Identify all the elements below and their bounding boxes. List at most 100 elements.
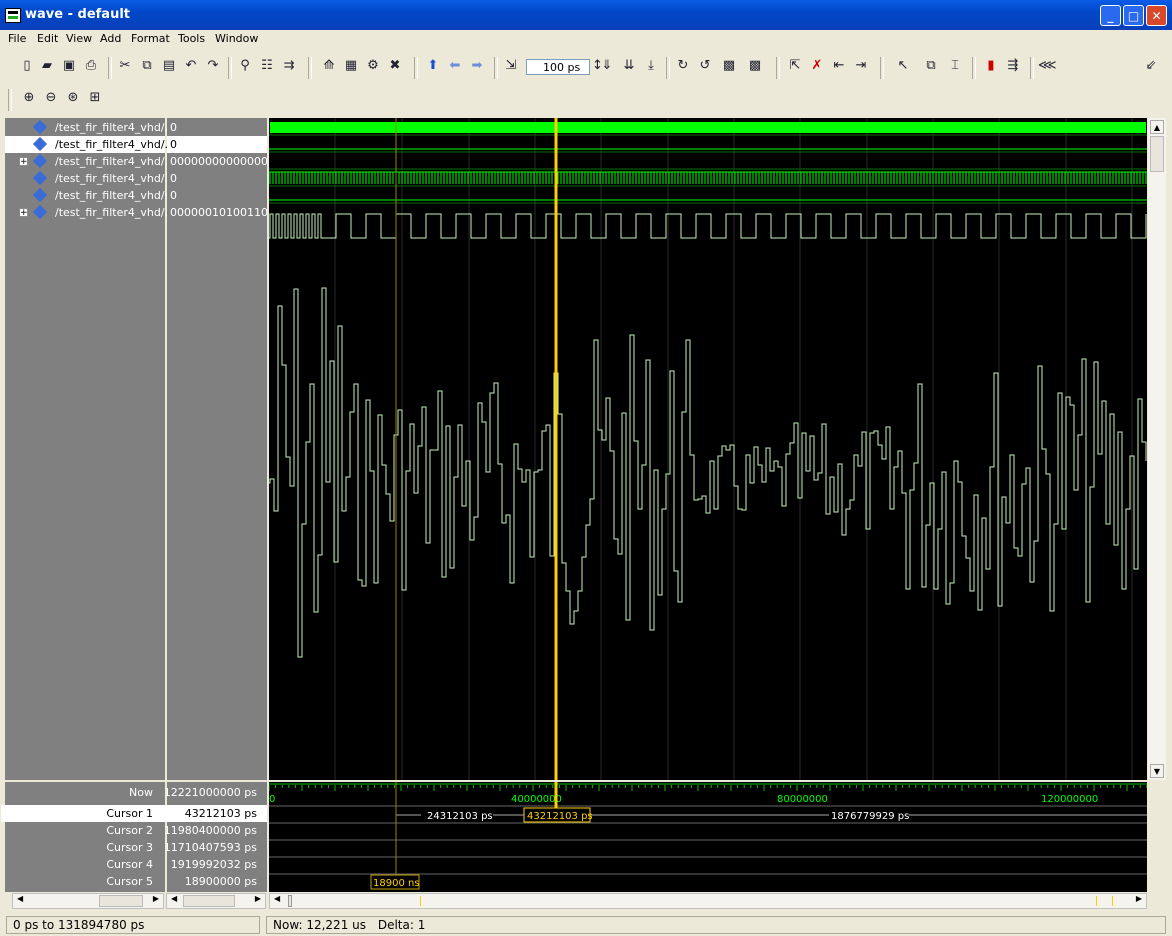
zoom-in-icon[interactable]: ⊕ bbox=[20, 89, 38, 107]
signal-row[interactable]: /test_fir_filter4_vhd/... bbox=[5, 119, 175, 136]
trace-icon[interactable]: ⇶ bbox=[1004, 57, 1022, 75]
scroll-thumb[interactable] bbox=[288, 895, 292, 907]
scroll-right-icon[interactable]: ▶ bbox=[255, 894, 261, 903]
run-length-icon[interactable]: ⇲ bbox=[502, 57, 520, 75]
name-pane-hscroll[interactable]: ◀ ▶ bbox=[12, 893, 164, 909]
group-icon[interactable]: ▦ bbox=[342, 57, 360, 75]
expand-icon[interactable]: + bbox=[19, 208, 28, 218]
zoom-out-icon[interactable]: ⊖ bbox=[42, 89, 60, 107]
arrow-right-icon[interactable]: ➡ bbox=[468, 57, 486, 75]
cursor-label-5[interactable]: Cursor 5 bbox=[13, 873, 153, 890]
arrow-left-icon[interactable]: ⬅ bbox=[446, 57, 464, 75]
open-folder-icon[interactable]: ▰ bbox=[38, 57, 56, 75]
prev-edge-icon[interactable]: ⇤ bbox=[830, 57, 848, 75]
new-file-icon[interactable]: ▯ bbox=[18, 57, 36, 75]
properties-icon[interactable]: ⚙ bbox=[364, 57, 382, 75]
signal-diamond-icon bbox=[32, 187, 48, 203]
delete-cursor-icon[interactable]: ✗ bbox=[808, 57, 826, 75]
scroll-up-icon[interactable]: ▲ bbox=[1150, 120, 1164, 134]
cursor-value-5: 18900000 ps bbox=[184, 875, 257, 888]
status-now-text: Now: 12,221 us bbox=[273, 918, 366, 932]
arrow-up-icon[interactable]: ⬆ bbox=[424, 57, 442, 75]
zoom-mode-icon[interactable]: ⧉ bbox=[922, 57, 940, 75]
signal-row[interactable]: +/test_fir_filter4_vhd/... bbox=[5, 204, 175, 221]
scroll-thumb[interactable] bbox=[99, 895, 143, 907]
scroll-right-icon[interactable]: ▶ bbox=[153, 894, 159, 903]
waveform-pane[interactable] bbox=[269, 118, 1147, 780]
timeline-tick-label: 40000000 bbox=[511, 794, 562, 805]
menu-format[interactable]: Format bbox=[131, 32, 170, 45]
signal-row[interactable]: +/test_fir_filter4_vhd/... bbox=[5, 153, 175, 170]
waveform-canvas[interactable] bbox=[269, 118, 1147, 780]
menu-file[interactable]: File bbox=[8, 32, 26, 45]
menu-bar: File Edit View Add Format Tools Window bbox=[0, 30, 1172, 48]
close-button[interactable]: ✕ bbox=[1146, 5, 1167, 26]
expand-icon[interactable]: + bbox=[19, 157, 28, 167]
cursor-label-4[interactable]: Cursor 4 bbox=[13, 856, 153, 873]
cut-icon[interactable]: ✂ bbox=[116, 57, 134, 75]
scroll-left-icon[interactable]: ◀ bbox=[17, 894, 23, 903]
signal-row[interactable]: /test_fir_filter4_vhd/... bbox=[5, 136, 175, 153]
add-cursor-icon[interactable]: ⇱ bbox=[786, 57, 804, 75]
run-all-icon[interactable]: ⤓ bbox=[642, 57, 660, 75]
timeline-pane[interactable]: 0 40000000 80000000 120000000 24312103 p… bbox=[268, 782, 1148, 892]
insert-signal-icon[interactable]: ⟰ bbox=[320, 57, 338, 75]
next-edge-icon[interactable]: ⇥ bbox=[852, 57, 870, 75]
save-icon[interactable]: ▣ bbox=[60, 57, 78, 75]
status-delta-text: Delta: 1 bbox=[377, 918, 426, 932]
scroll-down-icon[interactable]: ▼ bbox=[1150, 764, 1164, 778]
undo-icon[interactable]: ↶ bbox=[182, 57, 200, 75]
menu-edit[interactable]: Edit bbox=[37, 32, 58, 45]
compare-icon[interactable]: ⋘ bbox=[1038, 57, 1057, 75]
find-icon[interactable]: ⚲ bbox=[236, 57, 254, 75]
run-icon[interactable]: ⇓ bbox=[598, 57, 616, 75]
signal-value-pane: 0 0 0000000000000001 0 0 000000101001100… bbox=[167, 118, 267, 780]
value-pane-hscroll[interactable]: ◀ ▶ bbox=[166, 893, 266, 909]
select-mode-icon[interactable]: ↖ bbox=[894, 57, 912, 75]
minimize-button[interactable]: _ bbox=[1100, 5, 1121, 26]
vertical-scrollbar[interactable]: ▲ ▼ bbox=[1148, 118, 1166, 780]
edit-mode-icon[interactable]: ⌶ bbox=[946, 57, 964, 75]
cursor-value-2: 11980400000 ps bbox=[163, 824, 257, 837]
signal-value: 0 bbox=[170, 121, 177, 134]
paste-icon[interactable]: ▤ bbox=[160, 57, 178, 75]
step-over-icon[interactable]: ↺ bbox=[696, 57, 714, 75]
cursor-value-4: 1919992032 ps bbox=[170, 858, 257, 871]
zoom-cursor-icon[interactable]: ⊞ bbox=[86, 89, 104, 107]
cursor-label-2[interactable]: Cursor 2 bbox=[13, 822, 153, 839]
break-icon[interactable]: ▩ bbox=[720, 57, 738, 75]
print-icon[interactable]: ⎙ bbox=[82, 57, 100, 75]
undock-icon[interactable]: ⇙ bbox=[1142, 57, 1160, 75]
run-length-input[interactable]: 100 ps bbox=[526, 59, 590, 75]
signal-row[interactable]: /test_fir_filter4_vhd/... bbox=[5, 170, 175, 187]
cursor-label-1[interactable]: Cursor 1 bbox=[1, 805, 165, 822]
wave-pane-hscroll[interactable]: ◀ ▶ bbox=[269, 893, 1147, 909]
menu-tools[interactable]: Tools bbox=[178, 32, 205, 45]
copy-icon[interactable]: ⧉ bbox=[138, 57, 156, 75]
cursor-label-3[interactable]: Cursor 3 bbox=[13, 839, 153, 856]
scroll-thumb[interactable] bbox=[1150, 136, 1164, 172]
scroll-right-icon[interactable]: ▶ bbox=[1136, 894, 1142, 903]
scroll-left-icon[interactable]: ◀ bbox=[171, 894, 177, 903]
dataflow-icon[interactable]: ▮ bbox=[982, 57, 1000, 75]
scroll-thumb[interactable] bbox=[183, 895, 235, 907]
signal-row[interactable]: /test_fir_filter4_vhd/s... bbox=[5, 187, 181, 204]
cursor5-time-label[interactable]: 18900 ns bbox=[373, 878, 420, 889]
maximize-button[interactable]: □ bbox=[1123, 5, 1144, 26]
search-list-icon[interactable]: ☷ bbox=[258, 57, 276, 75]
restart-icon[interactable]: ▩ bbox=[746, 57, 764, 75]
find-next-icon[interactable]: ⇉ bbox=[280, 57, 298, 75]
step-icon[interactable]: ↻ bbox=[674, 57, 692, 75]
delete-signal-icon[interactable]: ✖ bbox=[386, 57, 404, 75]
cursor1-time-label[interactable]: 43212103 ps bbox=[527, 811, 593, 822]
cursor-name-pane: Now Cursor 1 Cursor 2 Cursor 3 Cursor 4 … bbox=[1, 782, 165, 892]
cursor-value-3: 11710407593 ps bbox=[163, 841, 257, 854]
menu-add[interactable]: Add bbox=[100, 32, 121, 45]
continue-icon[interactable]: ⇊ bbox=[620, 57, 638, 75]
menu-view[interactable]: View bbox=[66, 32, 92, 45]
menu-window[interactable]: Window bbox=[215, 32, 258, 45]
redo-icon[interactable]: ↷ bbox=[204, 57, 222, 75]
zoom-toolbar: ⊕ ⊖ ⊛ ⊞ bbox=[0, 83, 1172, 115]
zoom-full-icon[interactable]: ⊛ bbox=[64, 89, 82, 107]
scroll-left-icon[interactable]: ◀ bbox=[274, 894, 280, 903]
